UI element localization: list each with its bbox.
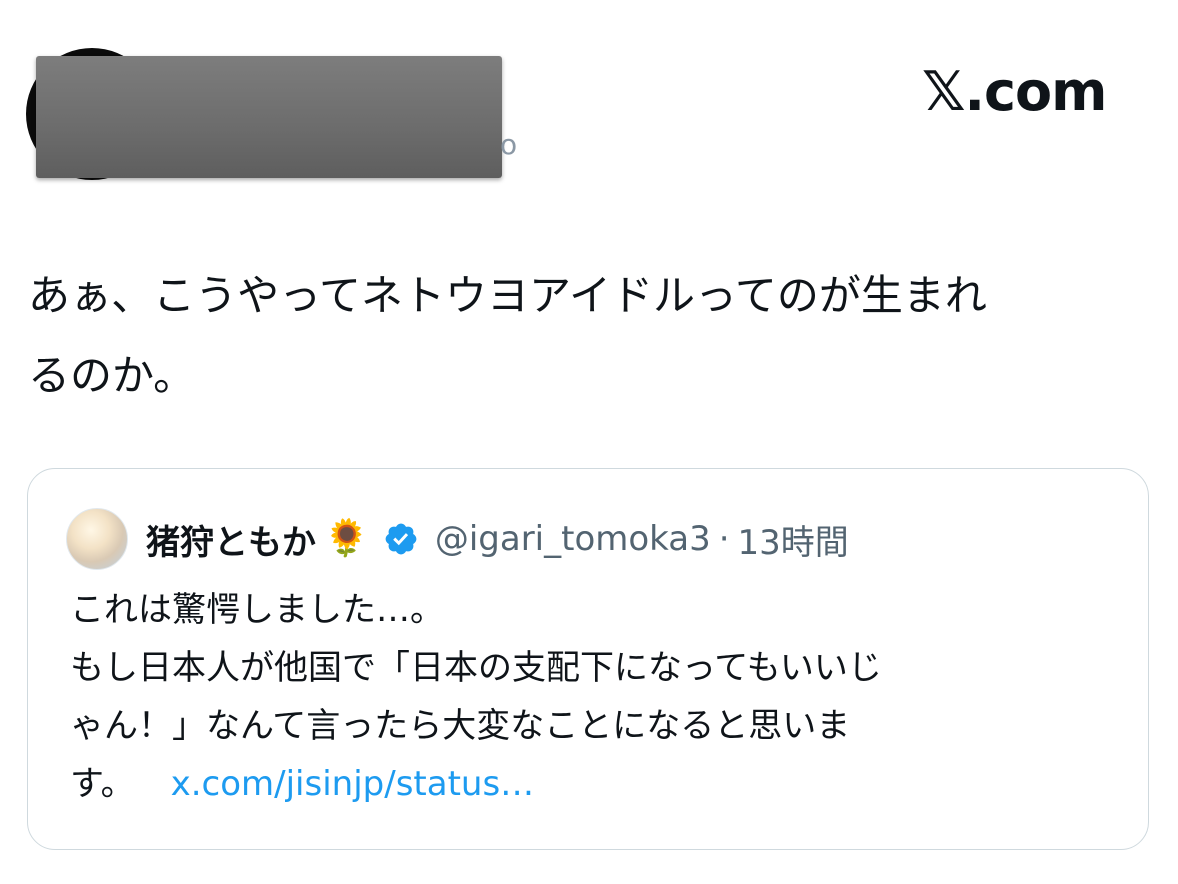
meta-separator: · bbox=[718, 519, 730, 559]
quoted-text-line: もし日本人が他国で「日本の支配下になってもいいじ bbox=[70, 648, 882, 688]
quoted-author-name[interactable]: 猪狩ともか bbox=[146, 515, 316, 564]
post-text-line: あぁ、こうやってネトウヨアイドルってのが生まれ bbox=[28, 271, 987, 320]
post-text-line: るのか。 bbox=[28, 351, 196, 400]
redacted-author-overflow: o bbox=[500, 128, 518, 161]
quoted-text-line: す。 bbox=[70, 764, 135, 804]
quoted-post-time[interactable]: 13時間 bbox=[738, 515, 849, 564]
brand-logo: 𝕏.com bbox=[922, 60, 1107, 123]
post-text: あぁ、こうやってネトウヨアイドルってのが生まれ るのか。 bbox=[28, 256, 1148, 416]
quoted-text-line-last: す。 x.com/jisinjp/status… bbox=[70, 755, 1110, 813]
sunflower-icon: 🌻 bbox=[324, 518, 369, 559]
quoted-post-link[interactable]: x.com/jisinjp/status… bbox=[171, 764, 535, 804]
quoted-post-body: これは驚愕しました…。 もし日本人が他国で「日本の支配下になってもいいじ ゃん！… bbox=[70, 581, 1110, 813]
quoted-post-card[interactable]: 猪狩ともか 🌻 @igari_tomoka3 · 13時間 これは驚愕しました…… bbox=[27, 468, 1149, 850]
quoted-author-handle[interactable]: @igari_tomoka3 bbox=[435, 519, 711, 559]
quoted-post-header: 猪狩ともか 🌻 @igari_tomoka3 · 13時間 bbox=[66, 507, 849, 571]
redacted-author-block bbox=[36, 56, 502, 178]
quoted-text-line: これは驚愕しました…。 bbox=[70, 590, 444, 630]
verified-badge-icon bbox=[385, 523, 417, 555]
quoted-author-avatar[interactable] bbox=[66, 508, 128, 570]
quoted-text-line: ゃん！」なんて言ったら大変なことになると思いま bbox=[70, 706, 851, 746]
